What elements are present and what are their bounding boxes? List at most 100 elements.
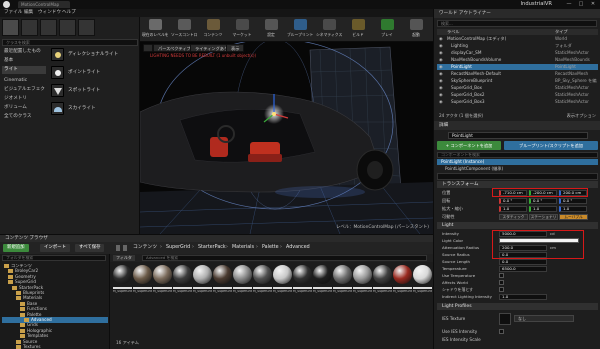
visibility-eye-icon[interactable]: ◉	[439, 43, 444, 49]
asset-tile[interactable]: M_SuperGrid_HexagonWhite	[193, 265, 215, 313]
blueprint-button[interactable]: ブループリント	[287, 18, 313, 41]
cinematics-button[interactable]: シネマティクス	[316, 18, 342, 41]
add-component-button[interactable]: + コンポーネントを追加	[437, 141, 501, 150]
launch-button[interactable]: 起動	[403, 18, 429, 41]
col-type[interactable]: タイプ	[555, 29, 568, 35]
visibility-eye-icon[interactable]: ◉	[439, 92, 444, 98]
paint-mode-icon[interactable]	[21, 19, 38, 36]
show-dropdown[interactable]: 表示	[226, 44, 245, 52]
light-section[interactable]: Light	[437, 222, 598, 229]
outliner-row[interactable]: ◉ PointLight PointLight	[437, 64, 598, 70]
category-lights[interactable]: ライト	[2, 66, 46, 74]
category-visual-effects[interactable]: ビジュアルエフェクト	[2, 86, 46, 94]
content-button[interactable]: コンテンツ	[200, 18, 226, 41]
mobility-movable[interactable]: ムーバブル	[559, 214, 588, 220]
outliner-row[interactable]: ◉ RecastNavMesh-Default RecastNavMesh	[437, 71, 598, 77]
scale-z[interactable]: 1.0	[559, 206, 587, 212]
visibility-eye-icon[interactable]: ◉	[439, 57, 444, 63]
asset-tile[interactable]: M_SuperGrid_AntiReflective_Black	[113, 265, 135, 313]
geometry-mode-icon[interactable]	[78, 19, 95, 36]
asset-search-input[interactable]: Advanced を検索	[142, 255, 427, 261]
visibility-eye-icon[interactable]: ◉	[439, 99, 444, 105]
outliner-row[interactable]: ◉ SuperGrid_Box3 StaticMeshActor	[437, 99, 598, 105]
import-button[interactable]: インポート	[40, 244, 70, 252]
light-item-point[interactable]: ポイントライト	[48, 64, 138, 81]
minimize-button[interactable]: —	[564, 1, 574, 8]
class-search-input[interactable]: クラスを検索	[2, 39, 138, 46]
menu-file[interactable]: ファイル	[4, 9, 22, 17]
forward-icon[interactable]	[123, 245, 127, 251]
close-button[interactable]: ✕	[588, 1, 598, 8]
breadcrumb-item[interactable]: Materials	[232, 244, 254, 252]
play-button[interactable]: プレイ	[374, 18, 400, 41]
asset-tile[interactable]: M_SuperGrid_Hexagon_Dark	[173, 265, 195, 313]
component-child[interactable]: PointLightComponent (継承)	[437, 166, 598, 172]
scale-x[interactable]: 1.0	[499, 206, 527, 212]
actor-name-field[interactable]: PointLight	[448, 132, 588, 139]
visibility-eye-icon[interactable]: ◉	[439, 71, 444, 77]
component-root[interactable]: PointLight (Instance)	[437, 159, 598, 165]
menu-window[interactable]: ウィンドウ	[38, 9, 61, 17]
category-volumes[interactable]: ボリューム	[2, 104, 46, 112]
col-label[interactable]: ラベル	[447, 29, 460, 35]
visibility-eye-icon[interactable]: ◉	[439, 78, 444, 84]
asset-tile[interactable]: M_SuperGrid_MatteNeutral	[333, 265, 355, 313]
light-prop-checkbox[interactable]	[499, 287, 504, 292]
rotation-x[interactable]: 0.0 °	[499, 198, 527, 204]
visibility-eye-icon[interactable]: ◉	[439, 50, 444, 56]
visibility-eye-icon[interactable]: ◉	[439, 85, 444, 91]
rotation-z[interactable]: 0.0 °	[559, 198, 587, 204]
component-search-input[interactable]: コンポーネントを検索	[437, 152, 598, 158]
asset-tile[interactable]: M_SuperGrid_Hexagon_Diamond	[153, 265, 175, 313]
category-recent[interactable]: 最近配置したもの	[2, 48, 46, 56]
rotation-y[interactable]: 0.0 °	[529, 198, 557, 204]
landscape-mode-icon[interactable]	[40, 19, 57, 36]
light-prop-value[interactable]: 1.0	[499, 294, 547, 300]
settings-button[interactable]: 設定	[258, 18, 284, 41]
folder-tree-item[interactable]: Textures	[2, 344, 108, 349]
light-item-directional[interactable]: ディレクショナルライト	[48, 46, 138, 63]
light-item-sky[interactable]: スカイライト	[48, 100, 138, 117]
build-button[interactable]: ビルド	[345, 18, 371, 41]
asset-tile[interactable]: M_SuperGrid_Leather	[213, 265, 235, 313]
outliner-row[interactable]: ◉ MotionControlMap (エディタ) World	[437, 36, 598, 42]
visibility-eye-icon[interactable]: ◉	[439, 64, 444, 70]
menu-help[interactable]: ヘルプ	[62, 9, 76, 17]
back-icon[interactable]	[116, 245, 120, 251]
asset-tile[interactable]: M_SuperGrid_Plastic	[353, 265, 375, 313]
outliner-row[interactable]: ◉ NavMeshBoundsVolume NavMeshBounds	[437, 57, 598, 63]
mobility-static[interactable]: スタティック	[499, 214, 528, 220]
asset-tile[interactable]: M_SuperGrid_Auto	[133, 265, 155, 313]
source-control-button[interactable]: ソースコントロール	[171, 18, 197, 41]
light-profiles-section[interactable]: Light Profiles	[437, 303, 598, 310]
add-blueprint-button[interactable]: ブループリント/スクリプトを追加	[504, 141, 598, 150]
save-all-button[interactable]: すべて保存	[75, 244, 105, 252]
foliage-mode-icon[interactable]	[59, 19, 76, 36]
asset-tile[interactable]: M_SuperGrid_PlasticRed	[393, 265, 415, 313]
breadcrumb-item[interactable]: Advanced	[286, 244, 310, 252]
asset-tile[interactable]: M_SuperGrid_MetalWhite	[273, 265, 295, 313]
category-all-classes[interactable]: 全てのクラス	[2, 113, 46, 121]
folder-search-input[interactable]: フォルダを検索	[2, 255, 106, 261]
marketplace-button[interactable]: マーケット	[229, 18, 255, 41]
place-mode-icon[interactable]	[2, 19, 19, 36]
scale-y[interactable]: 1.0	[529, 206, 557, 212]
breadcrumb-item[interactable]: SuperGrid	[166, 244, 190, 252]
asset-tile[interactable]: M_SuperGrid_MatteBlack	[313, 265, 335, 313]
outliner-row[interactable]: ◉ Lighting フォルダ	[437, 43, 598, 49]
menu-edit[interactable]: 編集	[24, 9, 33, 17]
outliner-row[interactable]: ◉ displayCar_SM StaticMeshActor	[437, 50, 598, 56]
outliner-row[interactable]: ◉ SkySphereBlueprint BP_Sky_Sphere を編集	[437, 78, 598, 84]
asset-tile[interactable]: M_SuperGrid_MatteDark	[293, 265, 315, 313]
asset-tile[interactable]: M_SuperGrid_PlasticDark	[373, 265, 395, 313]
breadcrumb-item[interactable]: Palette	[262, 244, 279, 252]
outliner-search-input[interactable]: 検索...	[437, 20, 597, 27]
details-search-input[interactable]	[437, 173, 598, 180]
outliner-view-options[interactable]: 表示オプション	[567, 113, 596, 119]
category-geometry[interactable]: ジオメトリ	[2, 95, 46, 103]
mobility-stationary[interactable]: ステーショナリ	[529, 214, 558, 220]
outliner-row[interactable]: ◉ SuperGrid_Box StaticMeshActor	[437, 85, 598, 91]
add-new-button[interactable]: 新規追加	[3, 244, 29, 252]
breadcrumb-item[interactable]: コンテンツ	[133, 244, 157, 252]
category-cinematic[interactable]: Cinematic	[2, 77, 46, 85]
